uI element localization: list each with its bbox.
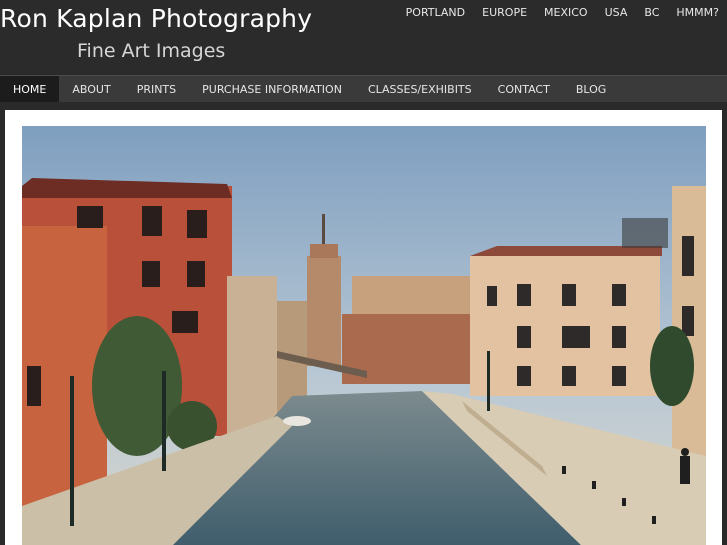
main-nav: HOME ABOUT PRINTS PURCHASE INFORMATION C… (0, 75, 727, 102)
top-link-usa[interactable]: USA (605, 6, 628, 19)
top-link-portland[interactable]: PORTLAND (406, 6, 465, 19)
content-area (5, 110, 722, 545)
top-link-hmmm[interactable]: HMMM? (676, 6, 719, 19)
nav-classes-exhibits[interactable]: CLASSES/EXHIBITS (355, 76, 485, 102)
site-subtitle: Fine Art Images (77, 40, 226, 62)
top-link-mexico[interactable]: MEXICO (544, 6, 588, 19)
site-header: Ron Kaplan Photography Fine Art Images P… (0, 0, 727, 74)
nav-contact[interactable]: CONTACT (485, 76, 563, 102)
top-links: PORTLAND EUROPE MEXICO USA BC HMMM? (389, 6, 719, 19)
nav-home[interactable]: HOME (0, 76, 60, 102)
nav-blog[interactable]: BLOG (563, 76, 619, 102)
venice-canal-photo[interactable] (22, 126, 706, 545)
nav-purchase-information[interactable]: PURCHASE INFORMATION (189, 76, 355, 102)
nav-about[interactable]: ABOUT (59, 76, 123, 102)
site-title[interactable]: Ron Kaplan Photography (0, 4, 312, 33)
top-link-europe[interactable]: EUROPE (482, 6, 527, 19)
top-link-bc[interactable]: BC (644, 6, 659, 19)
nav-prints[interactable]: PRINTS (124, 76, 189, 102)
photo-illustration (22, 126, 706, 545)
